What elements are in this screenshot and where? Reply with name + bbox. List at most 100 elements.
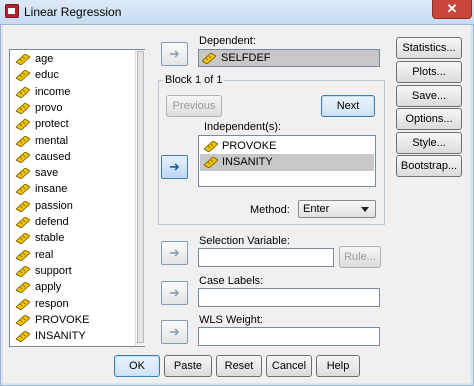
variable-list-item[interactable]: mental <box>14 134 130 150</box>
ruler-icon <box>202 53 216 64</box>
app-icon <box>5 4 19 18</box>
cancel-button[interactable]: Cancel <box>266 355 312 377</box>
variable-name: protect <box>35 118 69 131</box>
move-to-independents-button[interactable]: ➜ <box>161 155 188 179</box>
help-button[interactable]: Help <box>316 355 360 377</box>
variable-name: educ <box>35 69 59 82</box>
ruler-icon <box>16 151 30 163</box>
variable-list[interactable]: INSANITY PROVOKE respon apply support real sta… <box>9 49 145 347</box>
dependent-field[interactable]: SELFDEF <box>198 49 380 67</box>
previous-button[interactable]: Previous <box>166 95 222 117</box>
variable-list-item[interactable]: educ <box>14 68 130 84</box>
ruler-icon <box>16 282 30 294</box>
method-label: Method: <box>250 204 290 216</box>
paste-button[interactable]: Paste <box>164 355 212 377</box>
save-button[interactable]: Save... <box>396 85 462 107</box>
arrow-right-icon: ➜ <box>169 285 180 300</box>
next-button[interactable]: Next <box>321 95 375 117</box>
method-value: Enter <box>303 203 330 215</box>
ruler-icon <box>16 70 30 82</box>
variable-list-item[interactable]: save <box>14 166 130 182</box>
independent-item-label: PROVOKE <box>222 140 277 152</box>
variable-name: respon <box>35 297 69 310</box>
dependent-label: Dependent: <box>199 35 256 47</box>
arrow-right-icon: ➜ <box>169 245 180 260</box>
ruler-icon <box>16 265 30 277</box>
move-to-selection-button[interactable]: ➜ <box>161 241 188 265</box>
independents-list[interactable]: PROVOKE INSANITY <box>198 135 376 187</box>
scrollbar-thumb[interactable] <box>137 51 144 343</box>
move-to-case-labels-button[interactable]: ➜ <box>161 281 188 305</box>
method-select[interactable]: Enter <box>298 200 376 218</box>
ruler-icon <box>204 157 218 168</box>
independent-item[interactable]: PROVOKE <box>200 138 374 155</box>
ruler-icon <box>16 86 30 98</box>
wls-label: WLS Weight: <box>199 314 263 326</box>
variable-list-item[interactable]: INSANITY <box>14 329 130 345</box>
move-to-dependent-button[interactable]: ➜ <box>161 42 188 66</box>
wls-field[interactable] <box>198 327 380 346</box>
ruler-icon <box>16 102 30 114</box>
variable-name: provo <box>35 101 63 114</box>
reset-button[interactable]: Reset <box>216 355 262 377</box>
options-button[interactable]: Options... <box>396 108 462 130</box>
variable-name: support <box>35 264 72 277</box>
variable-list-item[interactable]: real <box>14 248 130 264</box>
variable-name: age <box>35 53 54 65</box>
ruler-icon <box>16 217 30 228</box>
ruler-icon <box>16 184 30 196</box>
ruler-icon <box>16 298 30 310</box>
case-labels-field[interactable] <box>198 288 380 307</box>
selection-label: Selection Variable: <box>199 235 290 247</box>
ruler-icon <box>16 54 30 65</box>
block-label: Block 1 of 1 <box>163 74 225 86</box>
title-bar[interactable]: Linear Regression <box>0 0 474 24</box>
variable-name: INSANITY <box>35 330 86 343</box>
dependent-value: SELFDEF <box>221 52 271 64</box>
variable-list-item[interactable]: income <box>14 85 130 101</box>
variable-list-scrollbar[interactable] <box>135 50 145 346</box>
variable-name: insane <box>35 183 68 196</box>
variable-name: apply <box>35 281 62 294</box>
arrow-right-icon: ➜ <box>169 324 180 339</box>
variable-list-item[interactable]: respon <box>14 297 130 313</box>
variable-list-item[interactable]: insane <box>14 182 130 198</box>
variable-list-item[interactable]: stable <box>14 231 130 247</box>
ruler-icon <box>16 135 30 147</box>
variable-name: income <box>35 85 71 98</box>
case-labels-label: Case Labels: <box>199 275 264 287</box>
move-to-wls-button[interactable]: ➜ <box>161 320 188 344</box>
variable-name: PROVOKE <box>35 313 90 326</box>
style-button[interactable]: Style... <box>396 132 462 154</box>
chevron-down-icon <box>361 207 369 212</box>
ruler-icon <box>16 249 30 261</box>
statistics-button[interactable]: Statistics... <box>396 37 462 59</box>
variable-list-item[interactable]: caused <box>14 150 130 166</box>
variable-name: caused <box>35 150 71 163</box>
independents-label: Independent(s): <box>204 121 282 133</box>
independent-item-label: INSANITY <box>222 156 273 168</box>
ok-button[interactable]: OK <box>114 355 160 377</box>
variable-list-item[interactable]: PROVOKE <box>14 313 130 329</box>
close-button[interactable]: ✕ <box>432 0 472 19</box>
independent-item[interactable]: INSANITY <box>200 154 374 171</box>
variable-list-item[interactable]: age <box>14 52 130 68</box>
ruler-icon <box>204 141 218 152</box>
plots-button[interactable]: Plots... <box>396 61 462 83</box>
bootstrap-button[interactable]: Bootstrap... <box>396 155 462 177</box>
variable-list-item[interactable]: support <box>14 264 130 280</box>
variable-list-item[interactable]: protect <box>14 117 130 133</box>
ruler-icon <box>16 233 30 245</box>
variable-name: defend <box>35 216 69 228</box>
variable-name: passion <box>35 199 73 212</box>
variable-list-item[interactable]: apply <box>14 280 130 296</box>
variable-list-item[interactable]: defend <box>14 215 130 231</box>
ruler-icon <box>16 119 30 131</box>
variable-list-item[interactable]: passion <box>14 199 130 215</box>
arrow-right-icon: ➜ <box>169 46 180 61</box>
variable-name: real <box>35 248 54 261</box>
ruler-icon <box>16 168 30 180</box>
rule-button[interactable]: Rule... <box>339 246 381 268</box>
variable-list-item[interactable]: provo <box>14 101 130 117</box>
selection-field[interactable] <box>198 248 334 267</box>
